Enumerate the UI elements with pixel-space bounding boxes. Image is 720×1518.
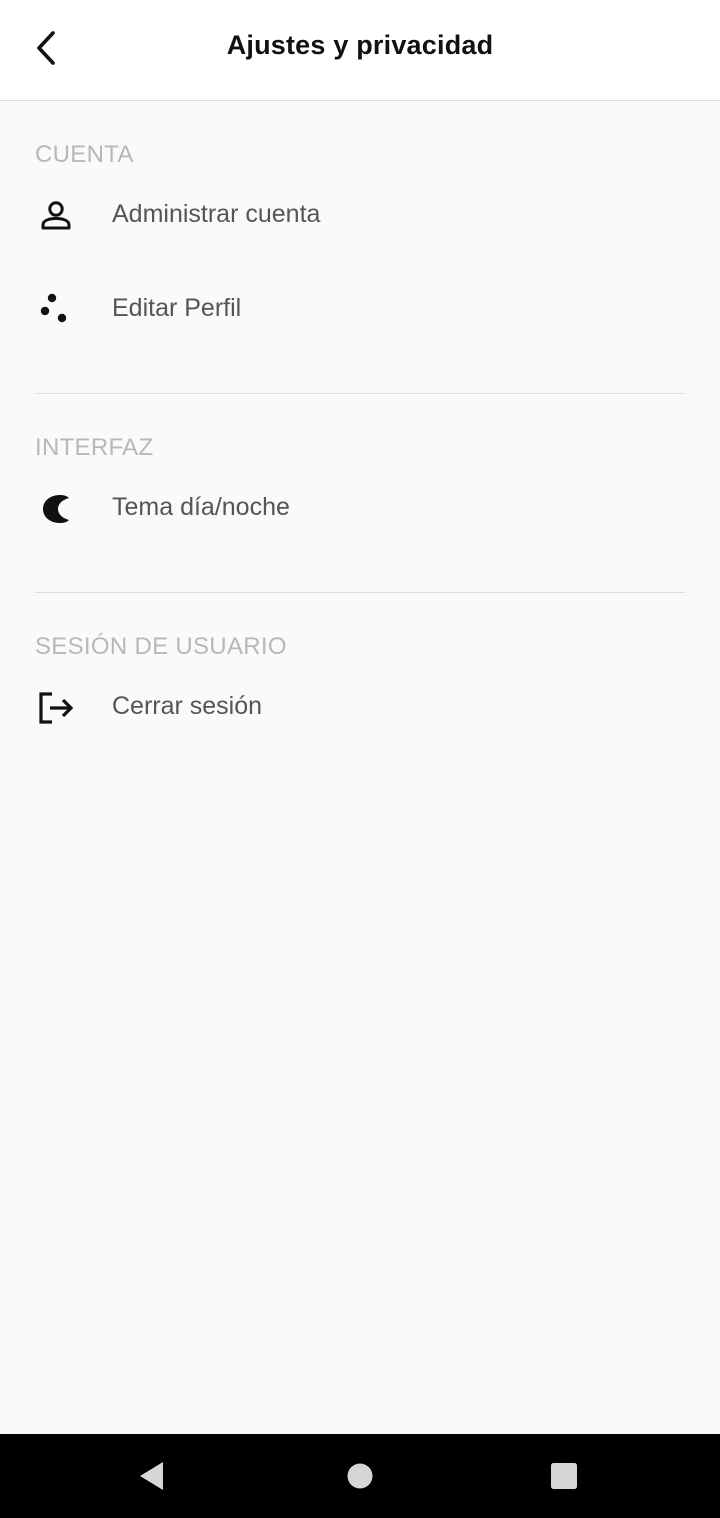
page-title: Ajustes y privacidad [226,30,494,60]
menu-item-label: Editar Perfil [112,294,242,322]
nav-recents-icon [551,1463,577,1489]
menu-item-label: Tema día/noche [112,493,290,521]
system-navigation-bar [0,1434,720,1518]
logout-icon [34,686,78,730]
section-divider [35,393,685,394]
nav-home-icon [347,1463,373,1489]
app-header: Ajustes y privacidad [0,0,720,101]
menu-item-label: Cerrar sesión [112,692,263,720]
menu-item-administrar-cuenta[interactable]: Administrar cuenta [0,176,720,256]
nav-back-button[interactable] [126,1450,178,1502]
section-divider [35,592,685,593]
menu-item-cerrar-sesion[interactable]: Cerrar sesión [0,668,720,748]
dots-icon [34,288,78,332]
menu-item-tema[interactable]: Tema día/noche [0,469,720,549]
nav-back-icon [140,1462,163,1490]
section-label-sesion: SESIÓN DE USUARIO [35,633,287,660]
settings-screen: Ajustes y privacidad CUENTA Administrar … [0,0,720,1518]
section-label-cuenta: CUENTA [35,141,134,168]
section-label-interfaz: INTERFAZ [35,434,154,461]
nav-recents-button[interactable] [538,1450,590,1502]
menu-item-editar-perfil[interactable]: Editar Perfil [0,270,720,350]
person-icon [34,194,78,238]
menu-item-label: Administrar cuenta [112,200,321,228]
nav-home-button[interactable] [334,1450,386,1502]
moon-icon [34,487,78,531]
